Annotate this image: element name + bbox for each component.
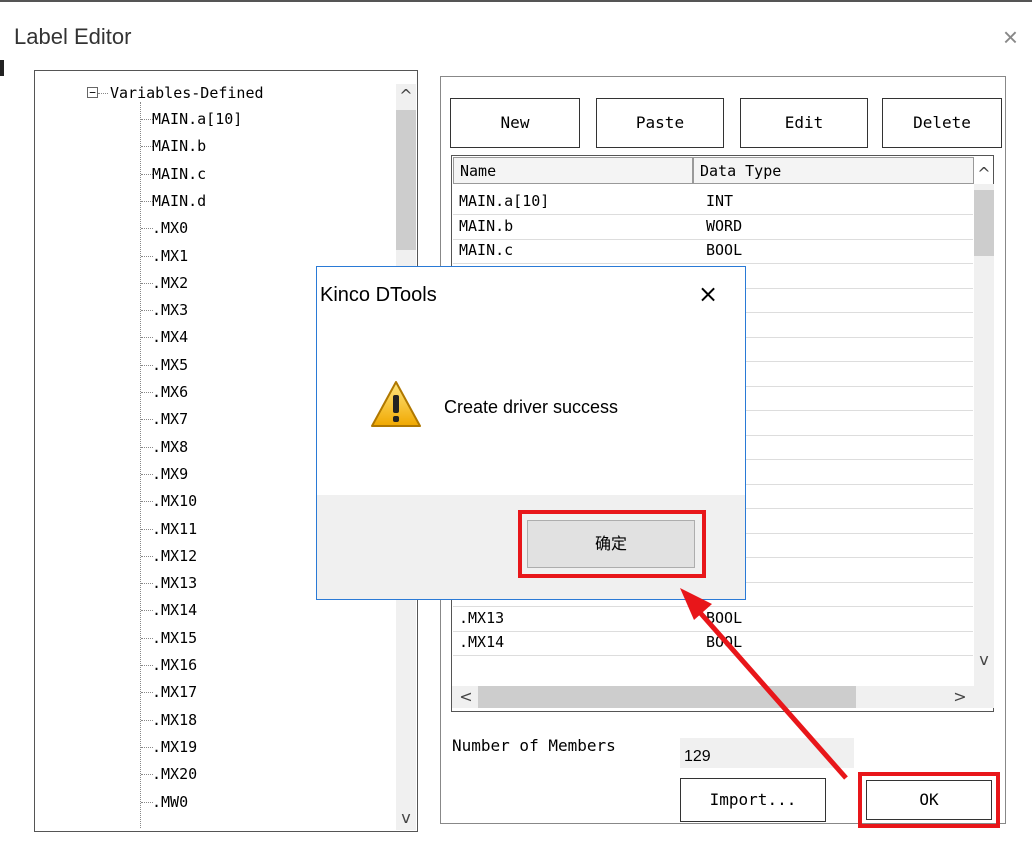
row-type-cell[interactable]: INT bbox=[706, 192, 733, 210]
dialog-close-icon[interactable]: × bbox=[698, 280, 718, 308]
dialog-message: Create driver success bbox=[444, 397, 619, 417]
tree-item[interactable]: MAIN.b bbox=[152, 137, 206, 155]
tree-connector bbox=[98, 93, 108, 94]
members-count-label: Number of Members bbox=[452, 736, 616, 755]
collapse-icon[interactable]: − bbox=[87, 87, 98, 98]
tree-item[interactable]: .MX16 bbox=[152, 656, 197, 674]
tree-item[interactable]: .MX4 bbox=[152, 328, 188, 346]
row-type-cell[interactable]: BOOL bbox=[706, 609, 742, 627]
row-name-cell[interactable]: MAIN.b bbox=[459, 217, 513, 235]
tree-item[interactable]: .MX0 bbox=[152, 219, 188, 237]
tree-item[interactable]: .MX15 bbox=[152, 629, 197, 647]
tree-scrollbar-thumb[interactable] bbox=[396, 110, 416, 250]
row-divider bbox=[453, 214, 973, 215]
tree-item[interactable]: .MX6 bbox=[152, 383, 188, 401]
confirm-highlight-box bbox=[518, 510, 706, 578]
ok-highlight-box bbox=[858, 772, 1000, 828]
tree-item[interactable]: .MX19 bbox=[152, 738, 197, 756]
tree-root-label[interactable]: Variables-Defined bbox=[110, 84, 264, 102]
tree-item[interactable]: .MX18 bbox=[152, 711, 197, 729]
import-button-label: Import... bbox=[709, 790, 797, 809]
edit-button[interactable]: Edit bbox=[740, 98, 868, 148]
paste-button[interactable]: Paste bbox=[596, 98, 724, 148]
tree-scroll-down-icon[interactable]: v bbox=[396, 808, 416, 827]
tree-item[interactable]: MAIN.c bbox=[152, 165, 206, 183]
row-divider bbox=[453, 606, 973, 607]
grid-scroll-down-icon[interactable]: v bbox=[974, 650, 994, 669]
column-header-name[interactable]: Name bbox=[453, 157, 693, 184]
edit-button-label: Edit bbox=[784, 113, 824, 132]
grid-vertical-scrollbar-thumb[interactable] bbox=[974, 190, 994, 256]
grid-scroll-left-icon[interactable]: < bbox=[456, 687, 476, 706]
new-button-label: New bbox=[500, 113, 530, 132]
row-type-cell[interactable]: BOOL bbox=[706, 241, 742, 259]
tree-item[interactable]: .MX5 bbox=[152, 356, 188, 374]
tree-item[interactable]: .MX9 bbox=[152, 465, 188, 483]
tree-item[interactable]: .MX8 bbox=[152, 438, 188, 456]
row-divider bbox=[453, 655, 973, 656]
row-divider bbox=[453, 238, 973, 240]
column-header-data-type[interactable]: Data Type bbox=[693, 157, 974, 184]
tree-item[interactable]: .MX3 bbox=[152, 301, 188, 319]
tree-scroll-up-icon[interactable]: ^ bbox=[396, 86, 416, 105]
delete-button-label: Delete bbox=[913, 113, 971, 132]
left-edge-mark bbox=[0, 60, 4, 76]
tree-item[interactable]: .MX10 bbox=[152, 492, 197, 510]
tree-item[interactable]: .MX1 bbox=[152, 247, 188, 265]
tree-item[interactable]: .MX12 bbox=[152, 547, 197, 565]
dialog-title: Kinco DTools bbox=[320, 284, 437, 306]
row-name-cell[interactable]: .MX13 bbox=[459, 609, 504, 627]
grid-scroll-up-icon[interactable]: ^ bbox=[974, 164, 994, 183]
grid-horizontal-scrollbar-thumb[interactable] bbox=[478, 686, 856, 708]
row-name-cell[interactable]: MAIN.a[10] bbox=[459, 192, 549, 210]
import-button[interactable]: Import... bbox=[680, 778, 826, 822]
row-name-cell[interactable]: MAIN.c bbox=[459, 241, 513, 259]
window-close-icon[interactable]: × bbox=[1003, 24, 1018, 50]
paste-button-label: Paste bbox=[635, 113, 685, 132]
tree-item[interactable]: .MX17 bbox=[152, 683, 197, 701]
grid-scroll-right-icon[interactable]: > bbox=[950, 687, 970, 706]
tree-item[interactable]: .MX20 bbox=[152, 765, 197, 783]
row-name-cell[interactable]: .MX14 bbox=[459, 633, 504, 651]
row-type-cell[interactable]: BOOL bbox=[706, 633, 742, 651]
row-type-cell[interactable]: WORD bbox=[706, 217, 742, 235]
tree-item[interactable]: .MX2 bbox=[152, 274, 188, 292]
tree-item[interactable]: .MX11 bbox=[152, 520, 197, 538]
tree-item[interactable]: MAIN.d bbox=[152, 192, 206, 210]
delete-button[interactable]: Delete bbox=[882, 98, 1002, 148]
new-button[interactable]: New bbox=[450, 98, 580, 148]
tree-item[interactable]: .MW0 bbox=[152, 793, 188, 811]
tree-item[interactable]: .MX14 bbox=[152, 601, 197, 619]
members-count-value: 129 bbox=[680, 738, 854, 768]
grid-vertical-scrollbar[interactable] bbox=[974, 184, 994, 686]
top-edge bbox=[0, 0, 1032, 8]
window-title: Label Editor bbox=[14, 24, 132, 49]
row-divider bbox=[453, 263, 973, 264]
tree-item[interactable]: MAIN.a[10] bbox=[152, 110, 242, 128]
row-divider bbox=[453, 630, 973, 632]
tree-item[interactable]: .MX13 bbox=[152, 574, 197, 592]
warning-icon bbox=[370, 380, 422, 430]
tree-item[interactable]: .MX7 bbox=[152, 410, 188, 428]
